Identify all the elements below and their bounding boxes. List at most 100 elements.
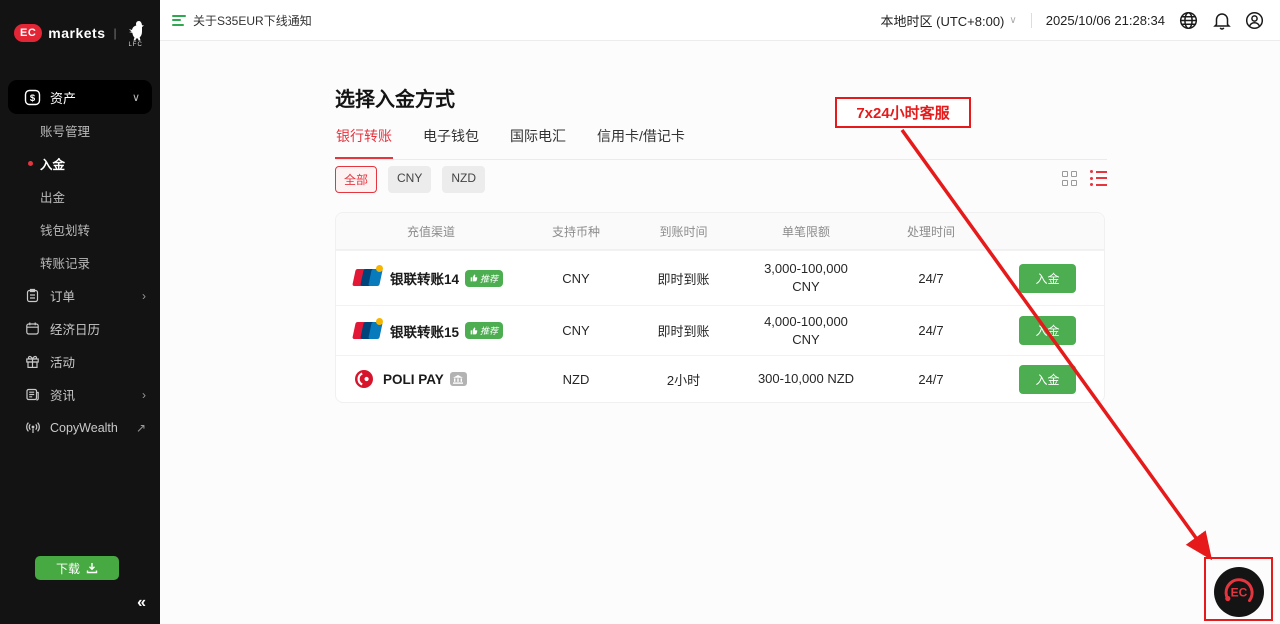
sidebar-item-deposit[interactable]: 入金 <box>0 147 160 180</box>
table-header: 充值渠道 支持币种 到账时间 单笔限额 处理时间 <box>336 213 1104 250</box>
sidebar-item-assets[interactable]: $ 资产 ∨ <box>8 80 152 114</box>
brand-separator: | <box>113 26 116 40</box>
topbar: 关于S35EUR下线通知 本地时区 (UTC+8:00) ∨ 2025/10/0… <box>160 0 1280 41</box>
deposit-button[interactable]: 入金 <box>1019 264 1075 293</box>
dollar-box-icon: $ <box>24 89 41 106</box>
signal-icon <box>24 419 41 436</box>
action-cell: 入金 <box>991 365 1104 394</box>
datetime-display: 2025/10/06 21:28:34 <box>1046 13 1165 28</box>
limit-amount: 3,000-100,000 <box>741 260 871 278</box>
customer-service-button[interactable]: EC <box>1213 566 1265 618</box>
tab-bank-transfer[interactable]: 银行转账 <box>335 120 393 159</box>
thumb-up-icon <box>470 274 478 282</box>
announcement-icon <box>172 15 186 26</box>
deposit-method-tabs: 银行转账 电子钱包 国际电汇 信用卡/借记卡 <box>335 120 1107 160</box>
sidebar-item-news[interactable]: 资讯 › <box>0 378 160 411</box>
processing-cell: 24/7 <box>871 372 991 387</box>
sidebar-item-label: 资产 <box>50 88 132 107</box>
channel-name: 银联转账14 <box>390 268 459 288</box>
annotation-callout: 7x24小时客服 <box>835 97 971 128</box>
col-header-limit: 单笔限额 <box>741 223 871 240</box>
deposit-channels-table: 充值渠道 支持币种 到账时间 单笔限额 处理时间 银联转账14 <box>335 212 1105 403</box>
divider <box>1031 13 1032 28</box>
external-link-icon: ↗ <box>136 421 146 435</box>
col-header-arrival: 到账时间 <box>626 223 741 240</box>
brand-logo: EC markets | LFC <box>0 0 160 52</box>
timezone-label: 本地时区 (UTC+8:00) <box>881 11 1005 30</box>
ec-logo-icon: EC <box>14 24 42 42</box>
action-cell: 入金 <box>991 264 1104 293</box>
sidebar-item-copywealth[interactable]: CopyWealth ↗ <box>0 411 160 444</box>
tab-e-wallet[interactable]: 电子钱包 <box>422 120 480 159</box>
processing-cell: 24/7 <box>871 323 991 338</box>
channel-cell: POLI PAY <box>336 369 526 389</box>
channel-cell: 银联转账15 推荐 <box>336 321 526 341</box>
announcement-link[interactable]: 关于S35EUR下线通知 <box>172 12 312 29</box>
timezone-selector[interactable]: 本地时区 (UTC+8:00) ∨ <box>881 11 1017 30</box>
limit-amount: 300-10,000 NZD <box>741 370 871 388</box>
main-content: 选择入金方式 银行转账 电子钱包 国际电汇 信用卡/借记卡 全部 CNY NZD… <box>160 41 1280 624</box>
sidebar-item-label: 钱包划转 <box>40 220 90 239</box>
channel-name: 银联转账15 <box>390 321 459 341</box>
download-label: 下载 <box>56 560 80 577</box>
grid-view-icon[interactable] <box>1062 171 1077 186</box>
limit-amount: 4,000-100,000 <box>741 313 871 331</box>
sidebar-item-label: 转账记录 <box>40 253 90 272</box>
deposit-button[interactable]: 入金 <box>1019 316 1075 345</box>
sidebar-item-economic-calendar[interactable]: 经济日历 <box>0 312 160 345</box>
currency-filters: 全部 CNY NZD <box>335 166 485 193</box>
list-view-icon[interactable] <box>1090 170 1107 186</box>
svg-text:$: $ <box>30 93 36 104</box>
service-icon-label: EC <box>1231 586 1248 600</box>
news-icon <box>24 386 41 403</box>
badge-label: 推荐 <box>480 324 498 337</box>
sidebar-item-label: 经济日历 <box>50 319 146 338</box>
channel-name: POLI PAY <box>383 372 444 387</box>
table-row: POLI PAY NZD 2小时 300-10,000 NZD 24/7 入金 <box>336 355 1104 402</box>
sidebar-item-transfer-records[interactable]: 转账记录 <box>0 246 160 279</box>
brand-name: markets <box>48 25 105 41</box>
sidebar-item-label: 出金 <box>40 187 65 206</box>
sidebar-item-activity[interactable]: 活动 <box>0 345 160 378</box>
chevron-down-icon: ∨ <box>132 91 140 104</box>
poli-pay-logo-icon <box>354 369 374 389</box>
sidebar-item-withdraw[interactable]: 出金 <box>0 180 160 213</box>
table-row: 银联转账14 推荐 CNY 即时到账 3,000-100,000 CNY 24/… <box>336 250 1104 305</box>
app-root: EC markets | LFC $ 资产 ∨ 账号管理 <box>0 0 1280 624</box>
download-icon <box>86 562 98 574</box>
collapse-sidebar-button[interactable]: « <box>137 594 146 612</box>
currency-cell: CNY <box>526 323 626 338</box>
chevron-right-icon: › <box>142 388 146 402</box>
tab-credit-debit-card[interactable]: 信用卡/借记卡 <box>596 120 686 159</box>
sidebar-item-account-management[interactable]: 账号管理 <box>0 114 160 147</box>
limit-cell: 4,000-100,000 CNY <box>741 313 871 348</box>
col-header-currency: 支持币种 <box>526 223 626 240</box>
page-title: 选择入金方式 <box>335 83 455 112</box>
filter-all[interactable]: 全部 <box>335 166 377 193</box>
filter-cny[interactable]: CNY <box>388 166 431 193</box>
sidebar-item-label: 订单 <box>50 286 142 305</box>
sidebar-item-orders[interactable]: 订单 › <box>0 279 160 312</box>
badge-label: 推荐 <box>480 272 498 285</box>
language-globe-icon[interactable] <box>1179 11 1198 30</box>
col-header-processing: 处理时间 <box>871 223 991 240</box>
chevron-right-icon: › <box>142 289 146 303</box>
thumb-up-icon <box>470 327 478 335</box>
sidebar-item-label: 资讯 <box>50 385 142 404</box>
limit-currency: CNY <box>741 278 871 296</box>
notifications-bell-icon[interactable] <box>1212 11 1231 30</box>
unionpay-logo-icon <box>354 322 381 340</box>
currency-cell: NZD <box>526 372 626 387</box>
topbar-right: 本地时区 (UTC+8:00) ∨ 2025/10/06 21:28:34 <box>881 11 1265 30</box>
sidebar-item-wallet-transfer[interactable]: 钱包划转 <box>0 213 160 246</box>
filter-nzd[interactable]: NZD <box>442 166 485 193</box>
deposit-button[interactable]: 入金 <box>1019 365 1075 394</box>
arrival-cell: 即时到账 <box>626 321 741 340</box>
unionpay-logo-icon <box>354 269 381 287</box>
account-avatar-icon[interactable] <box>1245 11 1264 30</box>
download-button[interactable]: 下载 <box>35 556 119 580</box>
recommended-badge: 推荐 <box>465 322 503 339</box>
tab-international-wire[interactable]: 国际电汇 <box>509 120 567 159</box>
lfc-bird-icon: LFC <box>125 19 147 48</box>
channel-cell: 银联转账14 推荐 <box>336 268 526 288</box>
